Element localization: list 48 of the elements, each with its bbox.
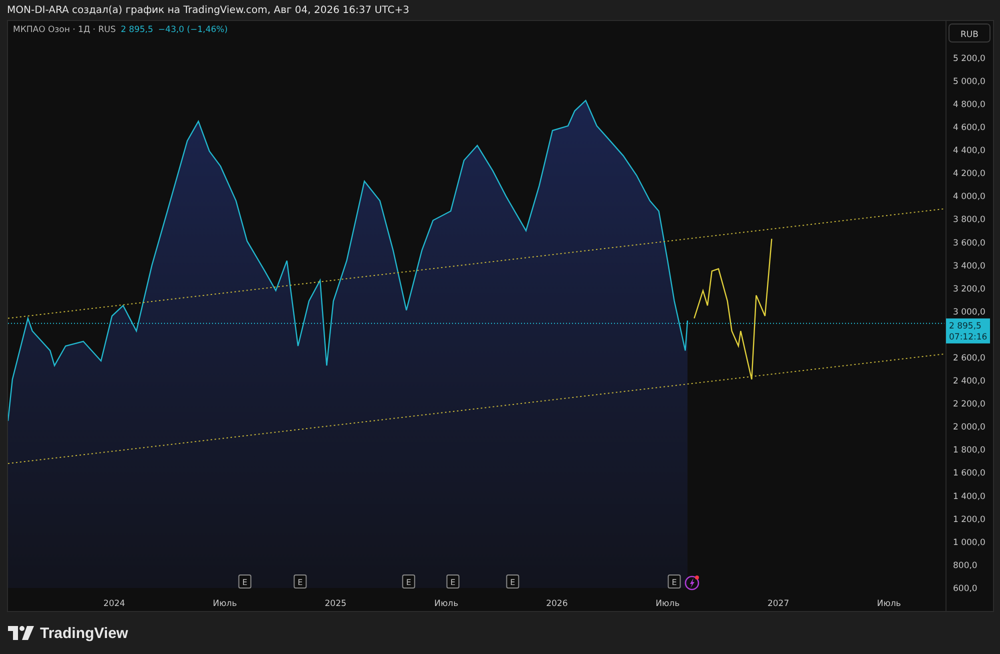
- time-axis-label: 2024: [103, 599, 126, 609]
- price-axis-label: 600,0: [953, 584, 978, 594]
- price-axis-label: 2 200,0: [953, 400, 986, 410]
- price-axis-label: 1 400,0: [953, 492, 986, 502]
- symbol-title: МКПАО Озон · 1Д · RUS: [13, 25, 116, 35]
- price-axis-label: 4 800,0: [953, 100, 986, 110]
- price-axis-label: 1 600,0: [953, 468, 986, 479]
- earnings-marker[interactable]: E: [506, 574, 520, 588]
- price-axis-label: 4 600,0: [953, 123, 986, 134]
- price-axis-label: 2 600,0: [953, 353, 986, 364]
- price-axis-label: 3 200,0: [953, 284, 986, 294]
- price-axis-label: 5 200,0: [953, 54, 986, 64]
- time-axis-label: 2027: [767, 599, 790, 609]
- earnings-marker[interactable]: E: [446, 574, 460, 588]
- time-axis-label: Июль: [656, 599, 680, 609]
- price-axis-label: 1 000,0: [953, 538, 986, 548]
- earnings-marker[interactable]: E: [402, 574, 416, 588]
- time-axis-label: Июль: [212, 599, 237, 609]
- time-axis-label: 2026: [546, 599, 568, 609]
- price-axis-label: 1 200,0: [953, 514, 986, 525]
- price-axis-label: 1 800,0: [953, 446, 986, 456]
- price-axis-label: 2 000,0: [953, 422, 986, 433]
- price-axis-label: 4 400,0: [953, 146, 986, 156]
- price-change: −43,0 (−1,46%): [158, 25, 228, 35]
- price-axis-label: 3 400,0: [953, 261, 986, 272]
- brand-name: TradingView: [40, 624, 128, 642]
- price-axis-label: 4 200,0: [953, 169, 986, 180]
- time-axis-label: 2025: [324, 599, 346, 609]
- time-axis-label: Июль: [876, 599, 901, 609]
- time-axis-label: Июль: [434, 599, 458, 609]
- tradingview-logo-icon: [8, 626, 34, 640]
- earnings-marker[interactable]: E: [668, 574, 681, 588]
- currency-button[interactable]: RUB: [948, 24, 990, 42]
- lightning-icon[interactable]: [684, 576, 700, 590]
- chart-caption: MON-DI-ARA создал(а) график на TradingView.com, Авг 04, 2026 16:37 UTC+3: [7, 4, 410, 16]
- price-axis-label: 5 000,0: [953, 76, 986, 87]
- price-axis-label: 3 800,0: [953, 215, 986, 226]
- price-badge: 2 895,5 07:12:16: [946, 318, 990, 344]
- trend-line[interactable]: [8, 354, 945, 464]
- price-axis-label: 3 000,0: [953, 307, 986, 318]
- earnings-marker[interactable]: E: [294, 574, 307, 588]
- trend-line[interactable]: [8, 208, 945, 319]
- earnings-marker[interactable]: E: [238, 574, 252, 588]
- last-price: 2 895,5: [120, 25, 154, 35]
- price-axis-label: 3 600,0: [953, 238, 986, 248]
- price-axis-label: 2 400,0: [953, 376, 986, 387]
- price-axis-label: 4 000,0: [953, 192, 986, 202]
- price-axis-label: 800,0: [953, 560, 978, 571]
